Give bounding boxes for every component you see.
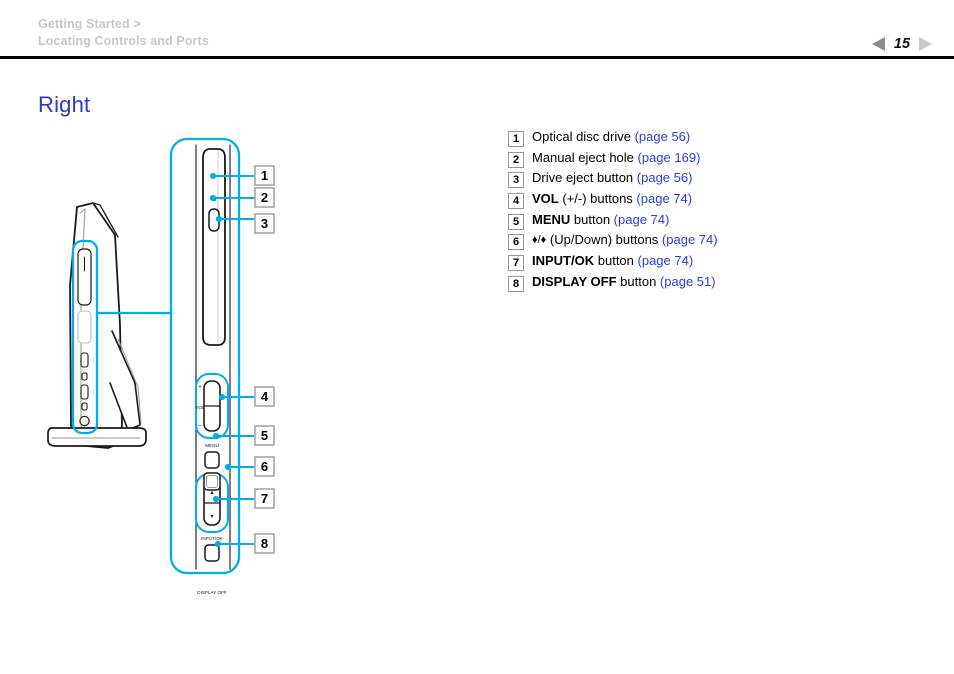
optical-disc-drive xyxy=(202,148,226,346)
legend-label-1: Optical disc drive (page 56) xyxy=(532,129,691,144)
computer-side-view xyxy=(47,202,147,449)
triangle-right-icon[interactable] xyxy=(919,37,932,51)
page-reference-link[interactable]: (page 74) xyxy=(636,191,692,206)
legend-number-8: 8 xyxy=(508,275,524,292)
legend-bold-term: VOL xyxy=(532,191,559,207)
legend-label-2: Manual eject hole (page 169) xyxy=(532,149,701,165)
breadcrumb-line-2: Locating Controls and Ports xyxy=(38,34,209,48)
page-reference-link[interactable]: (page 169) xyxy=(638,150,701,165)
figure-right-side-controls: + VOL – MENU ▲ ▼ INPUT/OK DISPLAY OFF xyxy=(40,125,490,595)
legend-label-4: VOL (+/-) buttons (page 74) xyxy=(532,191,693,207)
legend-number-7: 7 xyxy=(508,255,524,272)
page-reference-link[interactable]: (page 56) xyxy=(635,129,691,144)
legend-bold-term: DISPLAY OFF xyxy=(532,273,617,289)
legend-item-1: 1 Optical disc drive (page 56) xyxy=(508,129,928,150)
legend-item-8: 8 DISPLAY OFF button (page 51) xyxy=(508,274,928,295)
menu-label: MENU xyxy=(205,443,219,448)
legend-number-5: 5 xyxy=(508,213,524,230)
manual-eject-hole xyxy=(211,196,217,202)
page-reference-link[interactable]: (page 56) xyxy=(637,170,693,185)
page-navigation: 15 xyxy=(872,34,932,54)
legend-list: 1 Optical disc drive (page 56) 2 Manual eje… xyxy=(508,129,928,295)
vol-plus-label: + xyxy=(198,384,202,391)
input-ok-label: INPUT/OK xyxy=(201,536,224,541)
figure-overflow-layer xyxy=(203,472,221,491)
legend-label-8: DISPLAY OFF button (page 51) xyxy=(532,273,716,289)
breadcrumb-line-1: Getting Started > xyxy=(38,17,141,31)
menu-button xyxy=(204,451,220,469)
legend-number-6: 6 xyxy=(508,234,524,251)
right-edge-detail-panel xyxy=(169,137,241,575)
input-ok-button xyxy=(204,544,220,562)
up-arrow-label: ▲ xyxy=(209,490,214,496)
triangle-left-icon[interactable] xyxy=(872,37,885,51)
up-down-arrow-icon: ♦/♦ xyxy=(532,234,547,247)
legend-label-5: MENU button (page 74) xyxy=(532,211,670,227)
legend-item-7: 7 INPUT/OK button (page 74) xyxy=(508,253,928,274)
legend-item-2: 2 Manual eject hole (page 169) xyxy=(508,150,928,171)
vol-minus-label: – xyxy=(198,422,202,429)
breadcrumb: Getting Started > Locating Controls and … xyxy=(38,16,209,50)
legend-number-2: 2 xyxy=(508,151,524,168)
legend-bold-term: MENU xyxy=(532,211,571,227)
legend-label-7: INPUT/OK button (page 74) xyxy=(532,253,694,269)
page-reference-link[interactable]: (page 51) xyxy=(660,274,716,289)
drive-eject-button xyxy=(208,208,220,232)
legend-bold-term: INPUT/OK xyxy=(532,253,595,269)
down-arrow-label: ▼ xyxy=(209,514,214,520)
page-number: 15 xyxy=(893,36,911,52)
page-reference-link[interactable]: (page 74) xyxy=(638,253,694,268)
legend-item-5: 5 MENU button (page 74) xyxy=(508,212,928,233)
legend-number-3: 3 xyxy=(508,172,524,189)
header-divider xyxy=(0,56,954,59)
page-title: Right xyxy=(38,92,91,117)
legend-number-1: 1 xyxy=(508,131,524,147)
page-header: Getting Started > Locating Controls and … xyxy=(0,0,954,60)
legend-item-3: 3 Drive eject button (page 56) xyxy=(508,170,928,191)
legend-item-6: 6 ♦/♦ (Up/Down) buttons (page 74) xyxy=(508,232,928,253)
legend-label-6: ♦/♦ (Up/Down) buttons (page 74) xyxy=(532,232,718,248)
legend-number-4: 4 xyxy=(508,193,524,210)
vol-label: VOL xyxy=(195,405,205,410)
page-reference-link[interactable]: (page 74) xyxy=(662,232,718,247)
legend-item-4: 4 VOL (+/-) buttons (page 74) xyxy=(508,191,928,212)
legend-label-3: Drive eject button (page 56) xyxy=(532,170,693,186)
page-reference-link[interactable]: (page 74) xyxy=(614,212,670,227)
